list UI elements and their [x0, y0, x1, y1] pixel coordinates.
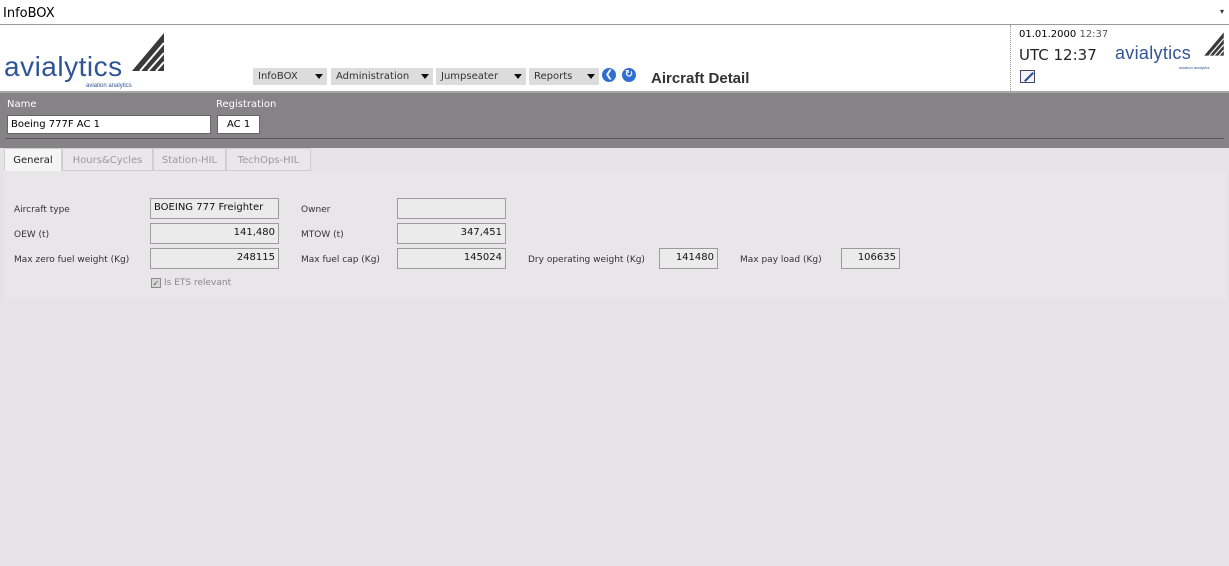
dry-operating-weight-field[interactable]: 141480 [659, 248, 718, 269]
brand-logo: avialytics aviation analytics [4, 29, 169, 89]
aircraft-type-label: Aircraft type [14, 205, 70, 215]
max-fuel-cap-field[interactable]: 145024 [397, 248, 506, 269]
aircraft-type-field[interactable]: BOEING 777 Freighter [150, 198, 279, 219]
clock-panel: 01.01.2000 12:37 UTC 12:37 avialytics av… [1010, 25, 1229, 91]
refresh-icon[interactable]: ↻ [622, 68, 636, 82]
page-title: Aircraft Detail [651, 70, 750, 87]
brand-logo-secondary: avialytics aviation analytics [1115, 30, 1227, 70]
menu-jumpseater-label: Jumpseater [441, 71, 499, 82]
chevron-down-icon [315, 74, 323, 79]
owner-field[interactable] [397, 198, 506, 219]
general-panel: Aircraft type BOEING 777 Freighter Owner… [4, 171, 1226, 300]
logo-tail-icon [1204, 32, 1225, 57]
max-pay-load-label: Max pay load (Kg) [740, 255, 822, 265]
back-arrow-icon[interactable]: ❮ [602, 68, 616, 82]
title-bar: InfoBOX ▾ [0, 0, 1229, 25]
name-field[interactable]: Boeing 777F AC 1 [7, 115, 211, 134]
mzfw-field[interactable]: 248115 [150, 248, 279, 269]
oew-field[interactable]: 141,480 [150, 223, 279, 244]
ets-relevant-checkbox[interactable]: ✓ [151, 278, 161, 288]
menu-reports-label: Reports [534, 71, 573, 82]
brand-logo-text: avialytics [4, 51, 123, 82]
tab-general[interactable]: General [4, 148, 62, 171]
menu-jumpseater[interactable]: Jumpseater [436, 68, 526, 85]
time-value: 12:37 [1079, 29, 1109, 40]
app-title: InfoBOX [3, 6, 55, 21]
chevron-down-icon [514, 74, 522, 79]
edit-icon[interactable] [1020, 70, 1035, 83]
menu-reports[interactable]: Reports [529, 68, 599, 85]
menu-administration-label: Administration [336, 71, 410, 82]
name-label: Name [7, 99, 37, 110]
menu-infobox[interactable]: InfoBOX [253, 68, 327, 85]
registration-field[interactable]: AC 1 [217, 115, 260, 134]
ets-relevant-label: Is ETS relevant [164, 278, 232, 288]
mzfw-label: Max zero fuel weight (Kg) [14, 255, 130, 265]
date-value: 01.01.2000 [1019, 29, 1077, 40]
clock-date: 01.01.2000 12:37 [1019, 29, 1108, 40]
menu-infobox-label: InfoBOX [258, 71, 298, 82]
mtow-label: MTOW (t) [301, 230, 344, 240]
divider [5, 138, 1224, 139]
chevron-down-icon [421, 74, 429, 79]
logo-tail-icon [132, 33, 165, 72]
mtow-field[interactable]: 347,451 [397, 223, 506, 244]
dry-operating-weight-label: Dry operating weight (Kg) [528, 255, 645, 265]
registration-label: Registration [216, 99, 277, 110]
utc-clock: UTC 12:37 [1019, 46, 1097, 64]
brand-tagline: aviation analytics [86, 83, 132, 89]
tab-hours-cycles[interactable]: Hours&Cycles [62, 148, 153, 171]
brand-logo-text: avialytics [1115, 43, 1192, 63]
oew-label: OEW (t) [14, 230, 50, 240]
tab-techops-hil[interactable]: TechOps-HIL [226, 148, 311, 171]
aircraft-identity-bar: Name Boeing 777F AC 1 Registration AC 1 [0, 91, 1229, 148]
app-header: avialytics aviation analytics InfoBOX Ad… [0, 25, 1229, 91]
owner-label: Owner [301, 205, 331, 215]
max-pay-load-field[interactable]: 106635 [841, 248, 900, 269]
max-fuel-cap-label: Max fuel cap (Kg) [301, 255, 380, 265]
menu-administration[interactable]: Administration [331, 68, 433, 85]
brand-tagline: aviation analytics [1179, 65, 1210, 70]
window-menu-chevron-icon[interactable]: ▾ [1220, 7, 1224, 16]
tab-station-hil[interactable]: Station-HIL [153, 148, 226, 171]
chevron-down-icon [587, 74, 595, 79]
